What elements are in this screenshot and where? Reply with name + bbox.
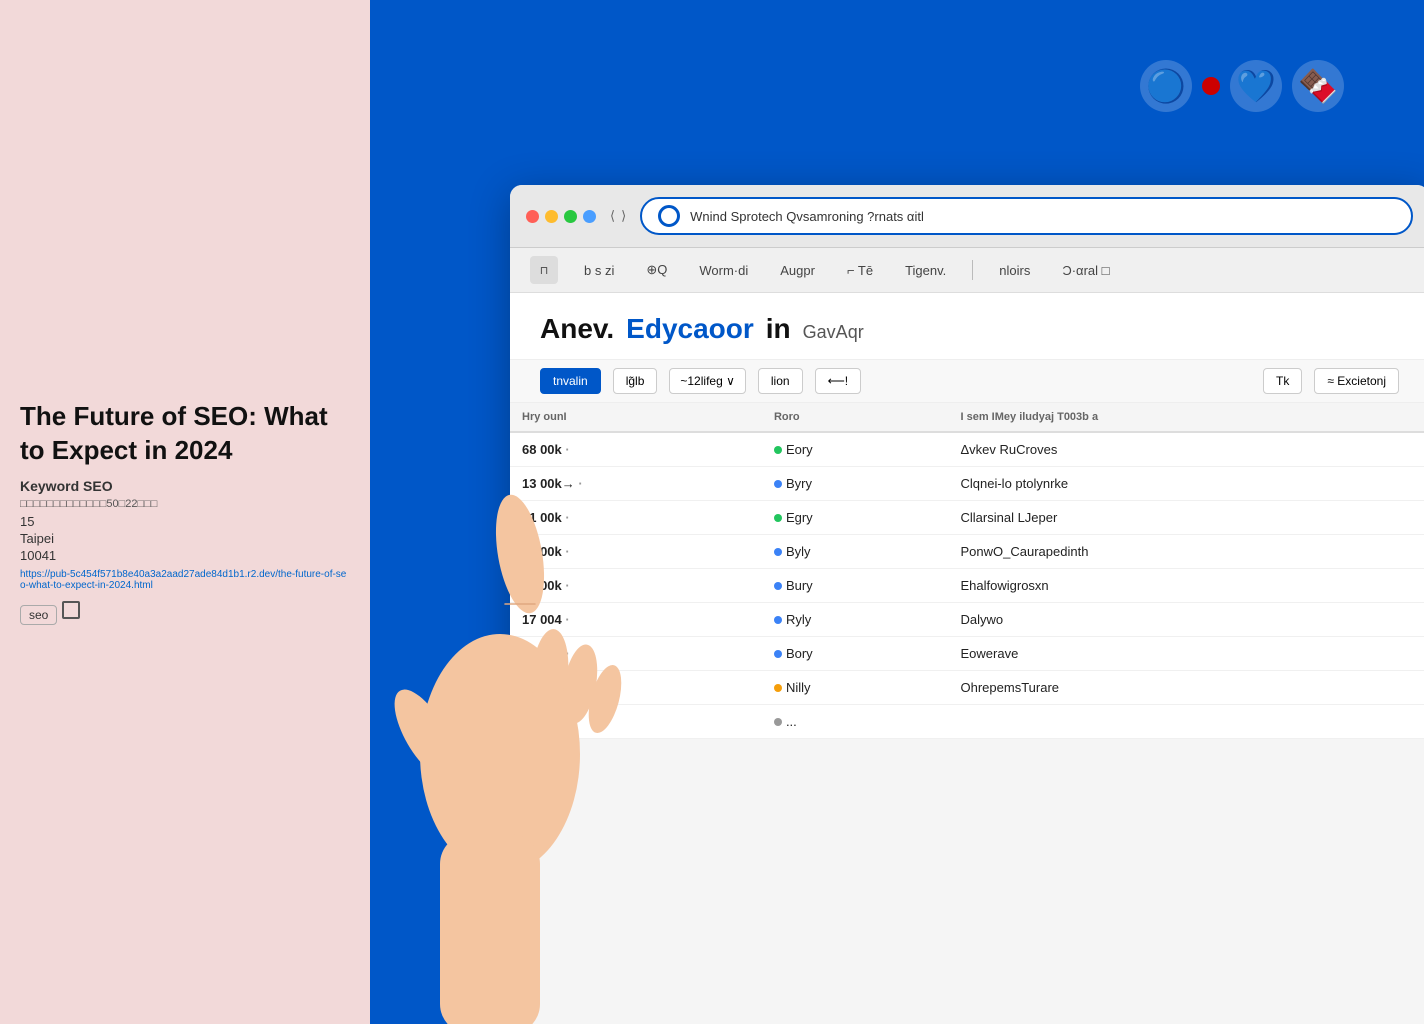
table-row: 13 00k→ · Byry Clqnei-lo ptolynrke	[510, 467, 1424, 501]
nav-tab-sq[interactable]: ⊕Q	[640, 258, 673, 282]
nav-tab-te[interactable]: ⌐ Tē	[841, 259, 879, 282]
cell-diff: Egry	[762, 501, 949, 535]
traffic-light-blue[interactable]	[583, 210, 596, 223]
meta-postal: 10041	[20, 548, 350, 563]
left-sidebar: The Future of SEO: What to Expect in 202…	[0, 0, 370, 1024]
col-vol: Hry ounI	[510, 403, 762, 432]
browser-chrome: ⟨ ⟩ Wnind Sprotech Qvsamroning ?rnats αi…	[510, 185, 1424, 248]
cell-diff: Bory	[762, 637, 949, 671]
table-row: 32 00k · Bory Eowerave	[510, 637, 1424, 671]
nav-tab-tigenv[interactable]: Tigenv.	[899, 259, 952, 282]
cell-keyword: Dalywo	[949, 603, 1424, 637]
meta-num: 15	[20, 514, 350, 529]
copy-icon[interactable]	[62, 601, 80, 619]
browser-content: Anev. Edycaoor in GavAqr tnvalin lg̃lb ~…	[510, 293, 1424, 739]
toolbar-btn-lgtb[interactable]: lg̃lb	[613, 368, 658, 394]
icon-3: 💙	[1230, 60, 1282, 112]
cell-diff: Byry	[762, 467, 949, 501]
toolbar-btn-tk[interactable]: Tk	[1263, 368, 1302, 394]
page-header: Anev. Edycaoor in GavAqr	[510, 293, 1424, 359]
cell-keyword: Clqnei-lo ptolynrke	[949, 467, 1424, 501]
table-toolbar: tnvalin lg̃lb ~12lifeg ∨ lion ⟵! Tk ≈ Ex…	[510, 359, 1424, 403]
page-subtitle: GavAqr	[803, 322, 864, 343]
cell-vol: 80 00k ·	[510, 535, 762, 569]
cell-vol: S0 00k ·	[510, 671, 762, 705]
keyword-label: Keyword SEO	[20, 478, 350, 494]
icon-1: 🔵	[1140, 60, 1192, 112]
nav-tab-nloirs[interactable]: nloirs	[993, 259, 1036, 282]
cell-keyword: Eowerave	[949, 637, 1424, 671]
toolbar-btn-arrow[interactable]: ⟵!	[815, 368, 862, 394]
cell-diff: Eory	[762, 432, 949, 467]
col-diff: Roro	[762, 403, 949, 432]
cell-keyword: OhrepemsTurare	[949, 671, 1424, 705]
page-title-part1: Anev.	[540, 313, 614, 345]
table-row: 17 004 · Ryly Dalywo	[510, 603, 1424, 637]
toolbar-btn-tnvalin[interactable]: tnvalin	[540, 368, 601, 394]
cell-diff: ...	[762, 705, 949, 739]
data-table: Hry ounI Roro I sem IMey iludyaj T003b a…	[510, 403, 1424, 739]
meta-chars: □□□□□□□□□□□□□50□22□□□	[20, 498, 350, 510]
nav-tab-icon-home[interactable]: ⊓	[530, 256, 558, 284]
table-row: 81 00k · Egry Cllarsinal LJeper	[510, 501, 1424, 535]
cell-keyword: Ehalfowigrosxn	[949, 569, 1424, 603]
nav-tab-aral[interactable]: Ͻ·αral □	[1056, 259, 1115, 282]
browser-nav-buttons[interactable]: ⟨ ⟩	[610, 208, 626, 224]
cell-keyword: Δvkev RuCroves	[949, 432, 1424, 467]
top-icons-area: 🔵 💙 🍫	[1140, 60, 1344, 112]
cell-diff: Nilly	[762, 671, 949, 705]
table-row: 8F 00k · ...	[510, 705, 1424, 739]
seo-tag[interactable]: seo	[20, 605, 57, 625]
page-title-part3: in	[766, 313, 791, 345]
cell-keyword: PonwO_Caurapedinth	[949, 535, 1424, 569]
cell-vol: 17 004 ·	[510, 603, 762, 637]
toolbar-btn-lion[interactable]: lion	[758, 368, 803, 394]
back-button[interactable]: ⟨	[610, 208, 615, 224]
nav-tab-augpr[interactable]: Augpr	[774, 259, 821, 282]
address-circle-icon	[658, 205, 680, 227]
cell-vol: 62 00k ·	[510, 569, 762, 603]
table-row: 68 00k · Eory Δvkev RuCroves	[510, 432, 1424, 467]
table-row: S0 00k · Nilly OhrepemsTurare	[510, 671, 1424, 705]
toolbar-dropdown-12lifeg[interactable]: ~12lifeg ∨	[669, 368, 746, 394]
nav-tab-wormdi[interactable]: Worm·di	[693, 259, 754, 282]
col-keyword: I sem IMey iludyaj T003b a	[949, 403, 1424, 432]
cell-keyword: Cllarsinal LJeper	[949, 501, 1424, 535]
cell-keyword	[949, 705, 1424, 739]
traffic-light-green[interactable]	[564, 210, 577, 223]
meta-url[interactable]: https://pub-5c454f571b8e40a3a2aad27ade84…	[20, 569, 350, 591]
page-title-area: Anev. Edycaoor in GavAqr	[540, 313, 1399, 345]
browser-window: ⟨ ⟩ Wnind Sprotech Qvsamroning ?rnats αi…	[510, 185, 1424, 1024]
cell-vol: 8F 00k ·	[510, 705, 762, 739]
cell-vol: 32 00k ·	[510, 637, 762, 671]
cell-vol: 13 00k→ ·	[510, 467, 762, 501]
traffic-light-red[interactable]	[526, 210, 539, 223]
cell-diff: Ryly	[762, 603, 949, 637]
cell-vol: 81 00k ·	[510, 501, 762, 535]
table-row: 80 00k · Byly PonwO_Caurapedinth	[510, 535, 1424, 569]
traffic-lights	[526, 210, 596, 223]
page-title-part2: Edycaoor	[626, 313, 754, 345]
browser-nav-tabs: ⊓ b s zi ⊕Q Worm·di Augpr ⌐ Tē Tigenv. n…	[510, 248, 1424, 293]
cell-diff: Bury	[762, 569, 949, 603]
main-content-area: 🔵 💙 🍫 ⟨ ⟩ Wnind Sprotech Qvsamroning ?rn…	[370, 0, 1424, 1024]
address-bar[interactable]: Wnind Sprotech Qvsamroning ?rnats αitl	[640, 197, 1413, 235]
table-row: 62 00k · Bury Ehalfowigrosxn	[510, 569, 1424, 603]
table-header-row: Hry ounI Roro I sem IMey iludyaj T003b a	[510, 403, 1424, 432]
cell-diff: Byly	[762, 535, 949, 569]
nav-divider	[972, 260, 973, 280]
address-text: Wnind Sprotech Qvsamroning ?rnats αitl	[690, 209, 1395, 224]
forward-button[interactable]: ⟩	[621, 208, 626, 224]
icon-4: 🍫	[1292, 60, 1344, 112]
meta-location: Taipei	[20, 531, 350, 546]
cell-vol: 68 00k ·	[510, 432, 762, 467]
icon-2	[1202, 77, 1220, 95]
traffic-light-yellow[interactable]	[545, 210, 558, 223]
article-title: The Future of SEO: What to Expect in 202…	[20, 400, 350, 468]
toolbar-btn-excietonj[interactable]: ≈ Excietonj	[1314, 368, 1399, 394]
nav-tab-bszi[interactable]: b s zi	[578, 259, 620, 282]
